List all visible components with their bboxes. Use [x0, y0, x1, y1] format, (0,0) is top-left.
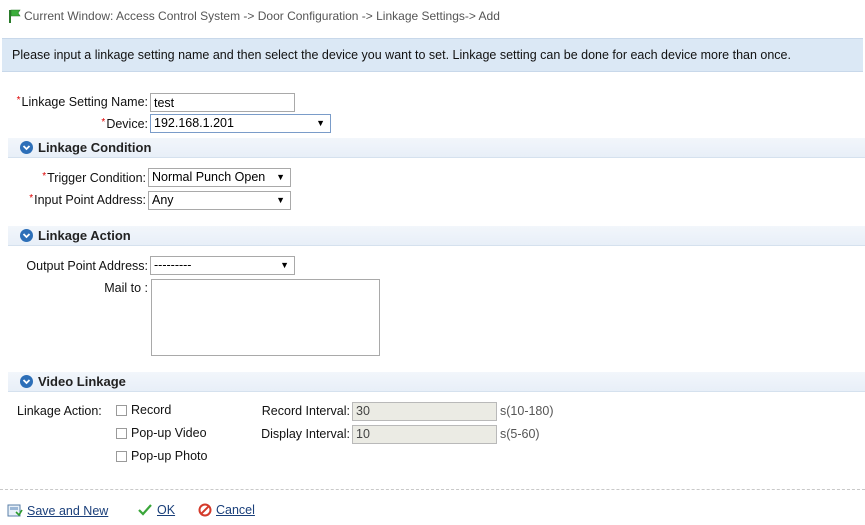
footer-divider: [0, 489, 865, 490]
video-linkage-action-label: Linkage Action:: [17, 404, 102, 418]
cancel-button[interactable]: Cancel: [198, 503, 255, 517]
section-title: Linkage Action: [38, 228, 131, 243]
section-title: Linkage Condition: [38, 140, 152, 155]
required-mark: *: [101, 117, 106, 128]
display-interval-hint: s(5-60): [500, 427, 540, 441]
output-point-select[interactable]: --------- ▼: [150, 256, 295, 275]
dropdown-arrow-icon: ▼: [276, 172, 285, 182]
record-option[interactable]: Record: [116, 403, 171, 417]
dropdown-arrow-icon: ▼: [280, 260, 289, 270]
required-mark: *: [29, 193, 34, 204]
required-mark: *: [42, 171, 47, 182]
record-interval-label: Record Interval:: [261, 404, 350, 418]
input-point-label: *Input Point Address:: [29, 193, 146, 207]
breadcrumb: Current Window: Access Control System ->…: [0, 0, 865, 32]
dropdown-arrow-icon: ▼: [316, 118, 325, 128]
mail-to-textarea[interactable]: [151, 279, 380, 356]
output-point-label: Output Point Address:: [26, 259, 148, 273]
popup-video-option[interactable]: Pop-up Video: [116, 426, 207, 440]
breadcrumb-text: Current Window: Access Control System ->…: [24, 9, 500, 23]
chevron-down-icon: [20, 229, 33, 242]
cancel-icon: [198, 503, 212, 517]
device-select[interactable]: 192.168.1.201 ▼: [150, 114, 331, 133]
mail-to-label: Mail to :: [104, 281, 148, 295]
popup-photo-option[interactable]: Pop-up Photo: [116, 449, 207, 463]
record-interval-hint: s(10-180): [500, 404, 554, 418]
popup-photo-checkbox[interactable]: [116, 450, 127, 462]
ok-button[interactable]: OK: [137, 503, 175, 517]
save-icon: [7, 504, 23, 517]
linkage-condition-header[interactable]: Linkage Condition: [8, 138, 865, 158]
flag-icon: [9, 9, 21, 23]
record-interval-input[interactable]: 30: [352, 402, 497, 421]
notice-text: Please input a linkage setting name and …: [12, 48, 791, 62]
linkage-name-label: *Linkage Setting Name:: [16, 95, 148, 109]
dropdown-arrow-icon: ▼: [276, 195, 285, 205]
display-interval-input[interactable]: 10: [352, 425, 497, 444]
instruction-notice: Please input a linkage setting name and …: [2, 38, 863, 72]
chevron-down-icon: [20, 375, 33, 388]
popup-video-checkbox[interactable]: [116, 427, 127, 439]
trigger-condition-select[interactable]: Normal Punch Open ▼: [148, 168, 291, 187]
save-and-new-button[interactable]: Save and New: [7, 503, 108, 518]
video-linkage-header[interactable]: Video Linkage: [8, 372, 865, 392]
input-point-select[interactable]: Any ▼: [148, 191, 291, 210]
device-label: *Device:: [101, 117, 148, 131]
linkage-name-input[interactable]: [150, 93, 295, 112]
trigger-condition-label: *Trigger Condition:: [42, 171, 146, 185]
required-mark: *: [16, 95, 21, 106]
display-interval-label: Display Interval:: [261, 427, 350, 441]
record-checkbox[interactable]: [116, 404, 127, 416]
check-icon: [138, 504, 152, 516]
section-title: Video Linkage: [38, 374, 126, 389]
chevron-down-icon: [20, 141, 33, 154]
linkage-action-header[interactable]: Linkage Action: [8, 226, 865, 246]
